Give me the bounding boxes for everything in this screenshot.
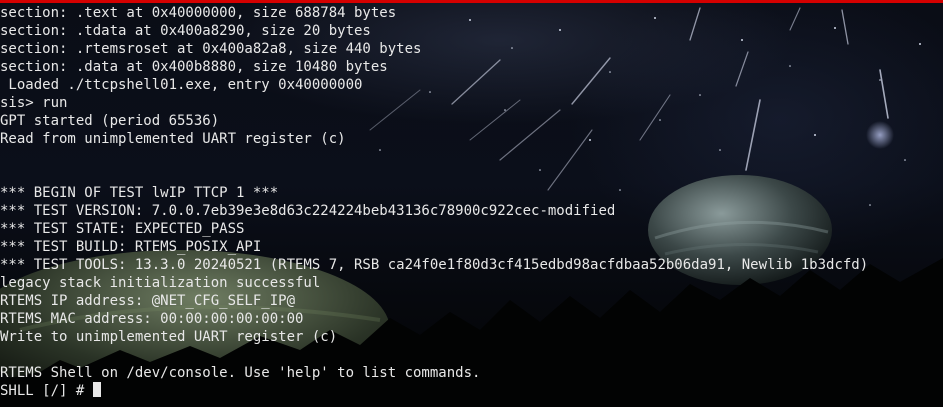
- terminal-window[interactable]: section: .text at 0x40000000, size 68878…: [0, 0, 943, 407]
- block-cursor-icon: [92, 382, 101, 397]
- terminal-line: section: .data at 0x400b8880, size 10480…: [0, 59, 388, 75]
- terminal-line: *** TEST STATE: EXPECTED_PASS: [0, 221, 245, 237]
- terminal-line: RTEMS IP address: @NET_CFG_SELF_IP@: [0, 293, 296, 309]
- terminal-line: GPT started (period 65536): [0, 113, 220, 129]
- shell-prompt-line[interactable]: SHLL [/] #: [0, 382, 943, 400]
- terminal-line: *** TEST VERSION: 7.0.0.7eb39e3e8d63c224…: [0, 203, 616, 219]
- terminal-line: *** BEGIN OF TEST lwIP TTCP 1 ***: [0, 185, 279, 201]
- terminal-output[interactable]: section: .text at 0x40000000, size 68878…: [0, 4, 943, 407]
- terminal-line: RTEMS Shell on /dev/console. Use 'help' …: [0, 365, 481, 381]
- terminal-line: *** TEST BUILD: RTEMS_POSIX_API: [0, 239, 262, 255]
- terminal-line: *** TEST TOOLS: 13.3.0 20240521 (RTEMS 7…: [0, 257, 869, 273]
- terminal-line: Write to unimplemented UART register (c): [0, 329, 338, 345]
- terminal-line: legacy stack initialization successful: [0, 275, 321, 291]
- shell-prompt: SHLL [/] #: [0, 383, 93, 399]
- terminal-line: section: .tdata at 0x400a8290, size 20 b…: [0, 23, 371, 39]
- terminal-line: RTEMS MAC address: 00:00:00:00:00:00: [0, 311, 304, 327]
- terminal-line: Read from unimplemented UART register (c…: [0, 131, 346, 147]
- terminal-line: section: .rtemsroset at 0x400a82a8, size…: [0, 41, 422, 57]
- terminal-line: sis> run: [0, 95, 68, 111]
- terminal-line: section: .text at 0x40000000, size 68878…: [0, 5, 397, 21]
- terminal-line: Loaded ./ttcpshell01.exe, entry 0x400000…: [0, 77, 363, 93]
